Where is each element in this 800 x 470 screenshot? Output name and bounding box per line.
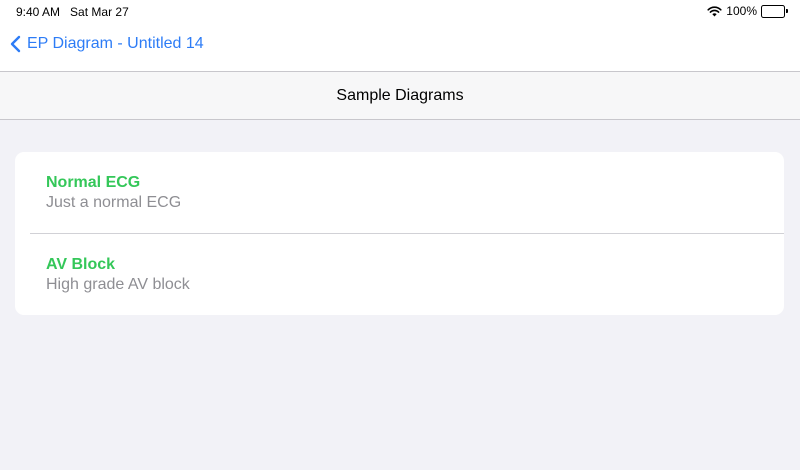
battery-percentage: 100% bbox=[726, 4, 757, 18]
status-clock: 9:40 AM bbox=[16, 5, 61, 19]
chevron-left-icon bbox=[10, 35, 21, 53]
status-time: 9:40 AM Sat Mar 27 bbox=[16, 5, 129, 19]
back-button[interactable]: EP Diagram - Untitled 14 bbox=[10, 35, 204, 53]
list-item-subtitle: High grade AV block bbox=[46, 276, 190, 293]
battery-full-icon bbox=[761, 4, 788, 18]
status-date: Sat Mar 27 bbox=[70, 5, 129, 19]
title-bar: Sample Diagrams bbox=[0, 72, 800, 119]
list-item-title: AV Block bbox=[46, 256, 116, 273]
top-area: 9:40 AM Sat Mar 27 100% EP Diagram - Unt… bbox=[0, 0, 800, 72]
title-divider bbox=[0, 119, 800, 120]
sample-diagrams-list: Normal ECG Just a normal ECG AV Block Hi… bbox=[15, 152, 784, 315]
list-item-title: Normal ECG bbox=[46, 174, 141, 191]
list-item-av-block[interactable]: AV Block High grade AV block bbox=[15, 234, 784, 315]
navigation-bar: EP Diagram - Untitled 14 bbox=[0, 24, 800, 72]
wifi-icon bbox=[707, 5, 722, 17]
status-right: 100% bbox=[707, 4, 788, 18]
status-bar: 9:40 AM Sat Mar 27 100% bbox=[0, 0, 800, 24]
list-item-subtitle: Just a normal ECG bbox=[46, 194, 182, 211]
page-title: Sample Diagrams bbox=[336, 86, 464, 104]
list-item-normal-ecg[interactable]: Normal ECG Just a normal ECG bbox=[15, 152, 784, 233]
back-button-label: EP Diagram - Untitled 14 bbox=[27, 35, 204, 52]
